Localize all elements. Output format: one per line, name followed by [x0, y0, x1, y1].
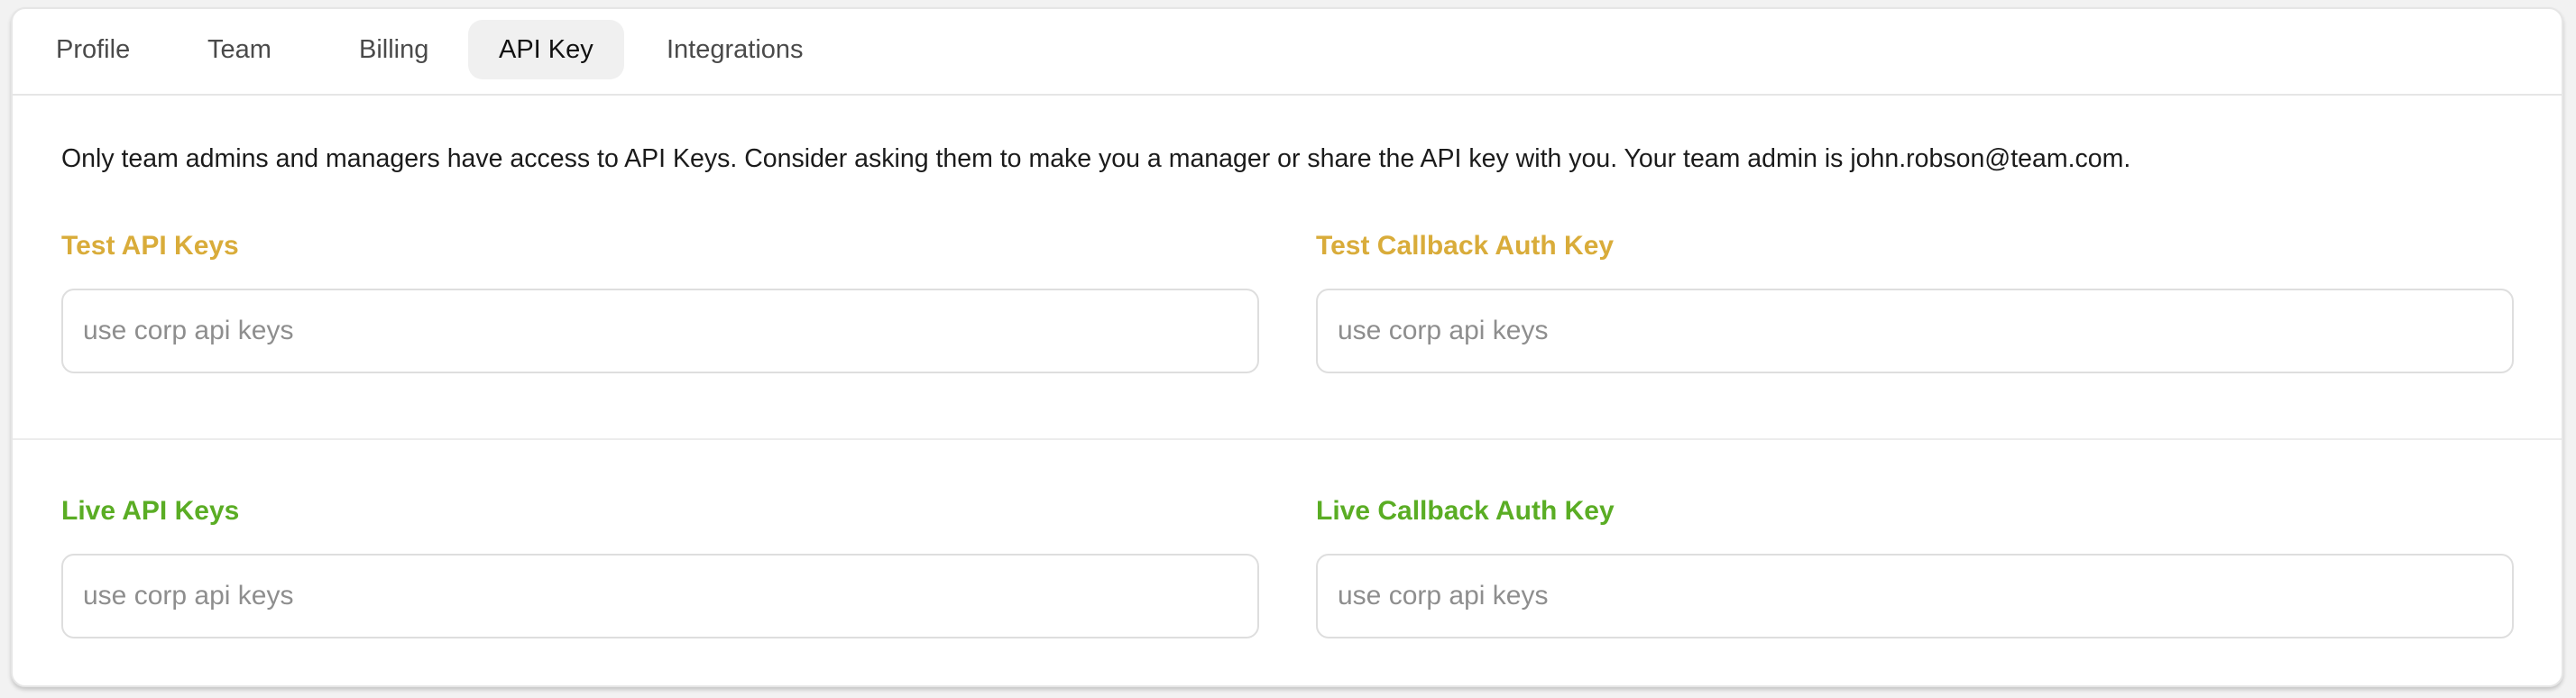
test-callback-auth-key-input[interactable]: [1316, 289, 2514, 373]
tab-api-key[interactable]: API Key: [468, 20, 624, 79]
settings-tabs: Profile Team Billing API Key Integration…: [13, 9, 2562, 96]
tab-billing[interactable]: Billing: [328, 20, 459, 79]
section-divider: [13, 438, 2562, 440]
live-api-keys-label: Live API Keys: [61, 496, 240, 526]
live-callback-auth-key-input[interactable]: [1316, 554, 2514, 638]
tab-profile[interactable]: Profile: [25, 20, 161, 79]
tab-team[interactable]: Team: [177, 20, 302, 79]
test-api-keys-label: Test API Keys: [61, 231, 239, 261]
live-api-keys-input[interactable]: [61, 554, 1259, 638]
test-api-keys-input[interactable]: [61, 289, 1259, 373]
tab-integrations[interactable]: Integrations: [636, 20, 834, 79]
test-callback-auth-key-label: Test Callback Auth Key: [1316, 231, 1615, 261]
api-key-settings-card: Profile Team Billing API Key Integration…: [11, 7, 2563, 687]
api-key-access-notice: Only team admins and managers have acces…: [61, 144, 2131, 173]
live-callback-auth-key-label: Live Callback Auth Key: [1316, 496, 1615, 526]
